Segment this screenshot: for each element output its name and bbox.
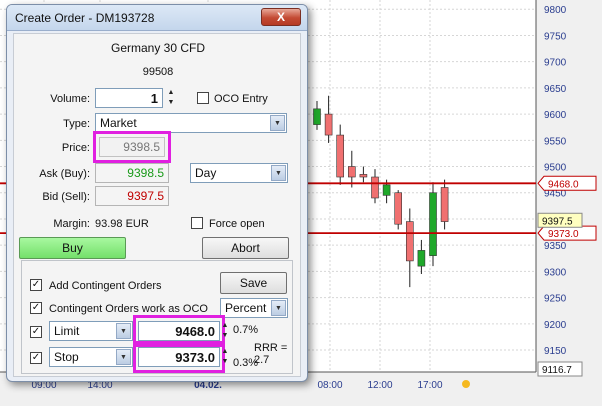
time-marker-icon bbox=[462, 380, 470, 388]
add-contingent-checkbox[interactable]: ✓ bbox=[30, 279, 42, 291]
bid-price: 9397.5 bbox=[95, 186, 169, 206]
contingent-oco-checkbox[interactable]: ✓ bbox=[30, 302, 42, 314]
type-label: Type: bbox=[63, 118, 90, 130]
volume-input[interactable]: 1 bbox=[95, 88, 163, 108]
candle-down bbox=[405, 221, 414, 262]
rrr-value: RRR = 2.7 bbox=[254, 342, 288, 366]
chevron-down-icon[interactable]: ▼ bbox=[116, 323, 131, 339]
create-order-dialog: Create Order - DM193728 X Germany 30 CFD… bbox=[6, 4, 308, 382]
y-tick-label: 9500 bbox=[544, 163, 567, 174]
price-highlight bbox=[93, 131, 171, 163]
volume-spinner[interactable]: ▲ ▼ bbox=[165, 88, 177, 108]
y-tick-label: 9650 bbox=[544, 84, 567, 95]
low-value-label: 9116.7 bbox=[542, 365, 572, 376]
order-type-select[interactable]: Market ▼ bbox=[95, 113, 287, 133]
x-tick-label: 12:00 bbox=[367, 380, 392, 391]
margin-value: 93.98 EUR bbox=[95, 218, 149, 230]
y-tick-label: 9550 bbox=[544, 136, 567, 147]
contingent-oco-label: Contingent Orders work as OCO bbox=[49, 303, 208, 315]
x-tick-label: 08:00 bbox=[317, 380, 342, 391]
candle-down bbox=[359, 174, 368, 178]
title-bar[interactable]: Create Order - DM193728 X bbox=[7, 5, 307, 31]
y-tick-label: 9800 bbox=[544, 5, 567, 16]
stop-checkbox[interactable]: ✓ bbox=[30, 352, 42, 364]
y-tick-label: 9750 bbox=[544, 31, 567, 42]
stop-type-select[interactable]: Stop ▼ bbox=[49, 347, 133, 367]
spin-down-icon[interactable]: ▼ bbox=[219, 331, 231, 341]
bid-label: Bid (Sell): bbox=[42, 191, 90, 203]
y-tick-label: 9600 bbox=[544, 110, 567, 121]
force-open-checkbox[interactable] bbox=[191, 217, 203, 229]
candle-down bbox=[347, 166, 356, 178]
candle-down bbox=[394, 192, 403, 225]
add-contingent-label: Add Contingent Orders bbox=[49, 280, 162, 292]
instrument-code: 99508 bbox=[142, 66, 174, 78]
level-label: 9373.0 bbox=[548, 229, 579, 240]
spin-up-icon[interactable]: ▲ bbox=[219, 321, 231, 331]
y-tick-label: 9700 bbox=[544, 58, 567, 69]
oco-entry-checkbox[interactable] bbox=[197, 92, 209, 104]
level-label: 9468.0 bbox=[548, 179, 579, 190]
spin-down-icon[interactable]: ▼ bbox=[219, 357, 231, 367]
chevron-down-icon[interactable]: ▼ bbox=[271, 165, 286, 181]
dialog-title: Create Order - DM193728 bbox=[15, 11, 155, 25]
limit-type-value: Limit bbox=[54, 324, 80, 338]
stop-spinner[interactable]: ▲ ▼ bbox=[219, 347, 231, 367]
candle-up bbox=[429, 192, 437, 256]
dialog-body: Germany 30 CFD 99508 Volume: 1 ▲ ▼ OCO En… bbox=[13, 33, 301, 377]
y-tick-label: 9300 bbox=[544, 267, 567, 278]
candle-down bbox=[371, 176, 379, 199]
percent-select[interactable]: Percent ▼ bbox=[220, 298, 288, 318]
stop-highlight bbox=[133, 341, 225, 373]
y-tick-label: 9200 bbox=[544, 320, 567, 331]
validity-value: Day bbox=[195, 166, 217, 180]
margin-label: Margin: bbox=[53, 218, 90, 230]
candle-up bbox=[382, 184, 391, 196]
candle-up bbox=[417, 250, 426, 267]
current-price-label: 9397.5 bbox=[542, 216, 573, 227]
candle-down bbox=[336, 134, 345, 178]
y-tick-label: 9350 bbox=[544, 241, 567, 252]
y-tick-label: 9250 bbox=[544, 294, 567, 305]
abort-button[interactable]: Abort bbox=[202, 237, 289, 259]
instrument-name: Germany 30 CFD bbox=[110, 41, 206, 55]
spin-up-icon[interactable]: ▲ bbox=[219, 347, 231, 357]
stop-type-value: Stop bbox=[54, 350, 79, 364]
limit-checkbox[interactable]: ✓ bbox=[30, 326, 42, 338]
volume-label: Volume: bbox=[50, 93, 90, 105]
chevron-down-icon[interactable]: ▼ bbox=[271, 300, 286, 316]
validity-select[interactable]: Day ▼ bbox=[190, 163, 288, 183]
limit-spinner[interactable]: ▲ ▼ bbox=[219, 321, 231, 341]
price-label: Price: bbox=[61, 142, 90, 154]
y-tick-label: 9150 bbox=[544, 346, 567, 357]
candle-down bbox=[324, 113, 333, 136]
spin-up-icon[interactable]: ▲ bbox=[165, 88, 177, 98]
oco-entry-label: OCO Entry bbox=[214, 93, 268, 105]
close-button[interactable]: X bbox=[261, 8, 301, 26]
chevron-down-icon[interactable]: ▼ bbox=[116, 349, 131, 365]
order-type-value: Market bbox=[100, 116, 137, 130]
stop-percent: 0.3% bbox=[233, 357, 259, 369]
ask-label: Ask (Buy): bbox=[39, 168, 90, 180]
chevron-down-icon[interactable]: ▼ bbox=[270, 115, 285, 131]
x-tick-label: 17:00 bbox=[417, 380, 442, 391]
spin-down-icon[interactable]: ▼ bbox=[165, 98, 177, 108]
candle-down bbox=[440, 187, 449, 222]
force-open-label: Force open bbox=[209, 218, 265, 230]
limit-percent: 0.7% bbox=[233, 324, 259, 336]
save-button[interactable]: Save bbox=[220, 272, 287, 294]
limit-type-select[interactable]: Limit ▼ bbox=[49, 321, 133, 341]
percent-value: Percent bbox=[225, 301, 267, 315]
buy-button[interactable]: Buy bbox=[19, 237, 126, 259]
candle-up bbox=[313, 108, 321, 125]
ask-price: 9398.5 bbox=[95, 163, 169, 183]
